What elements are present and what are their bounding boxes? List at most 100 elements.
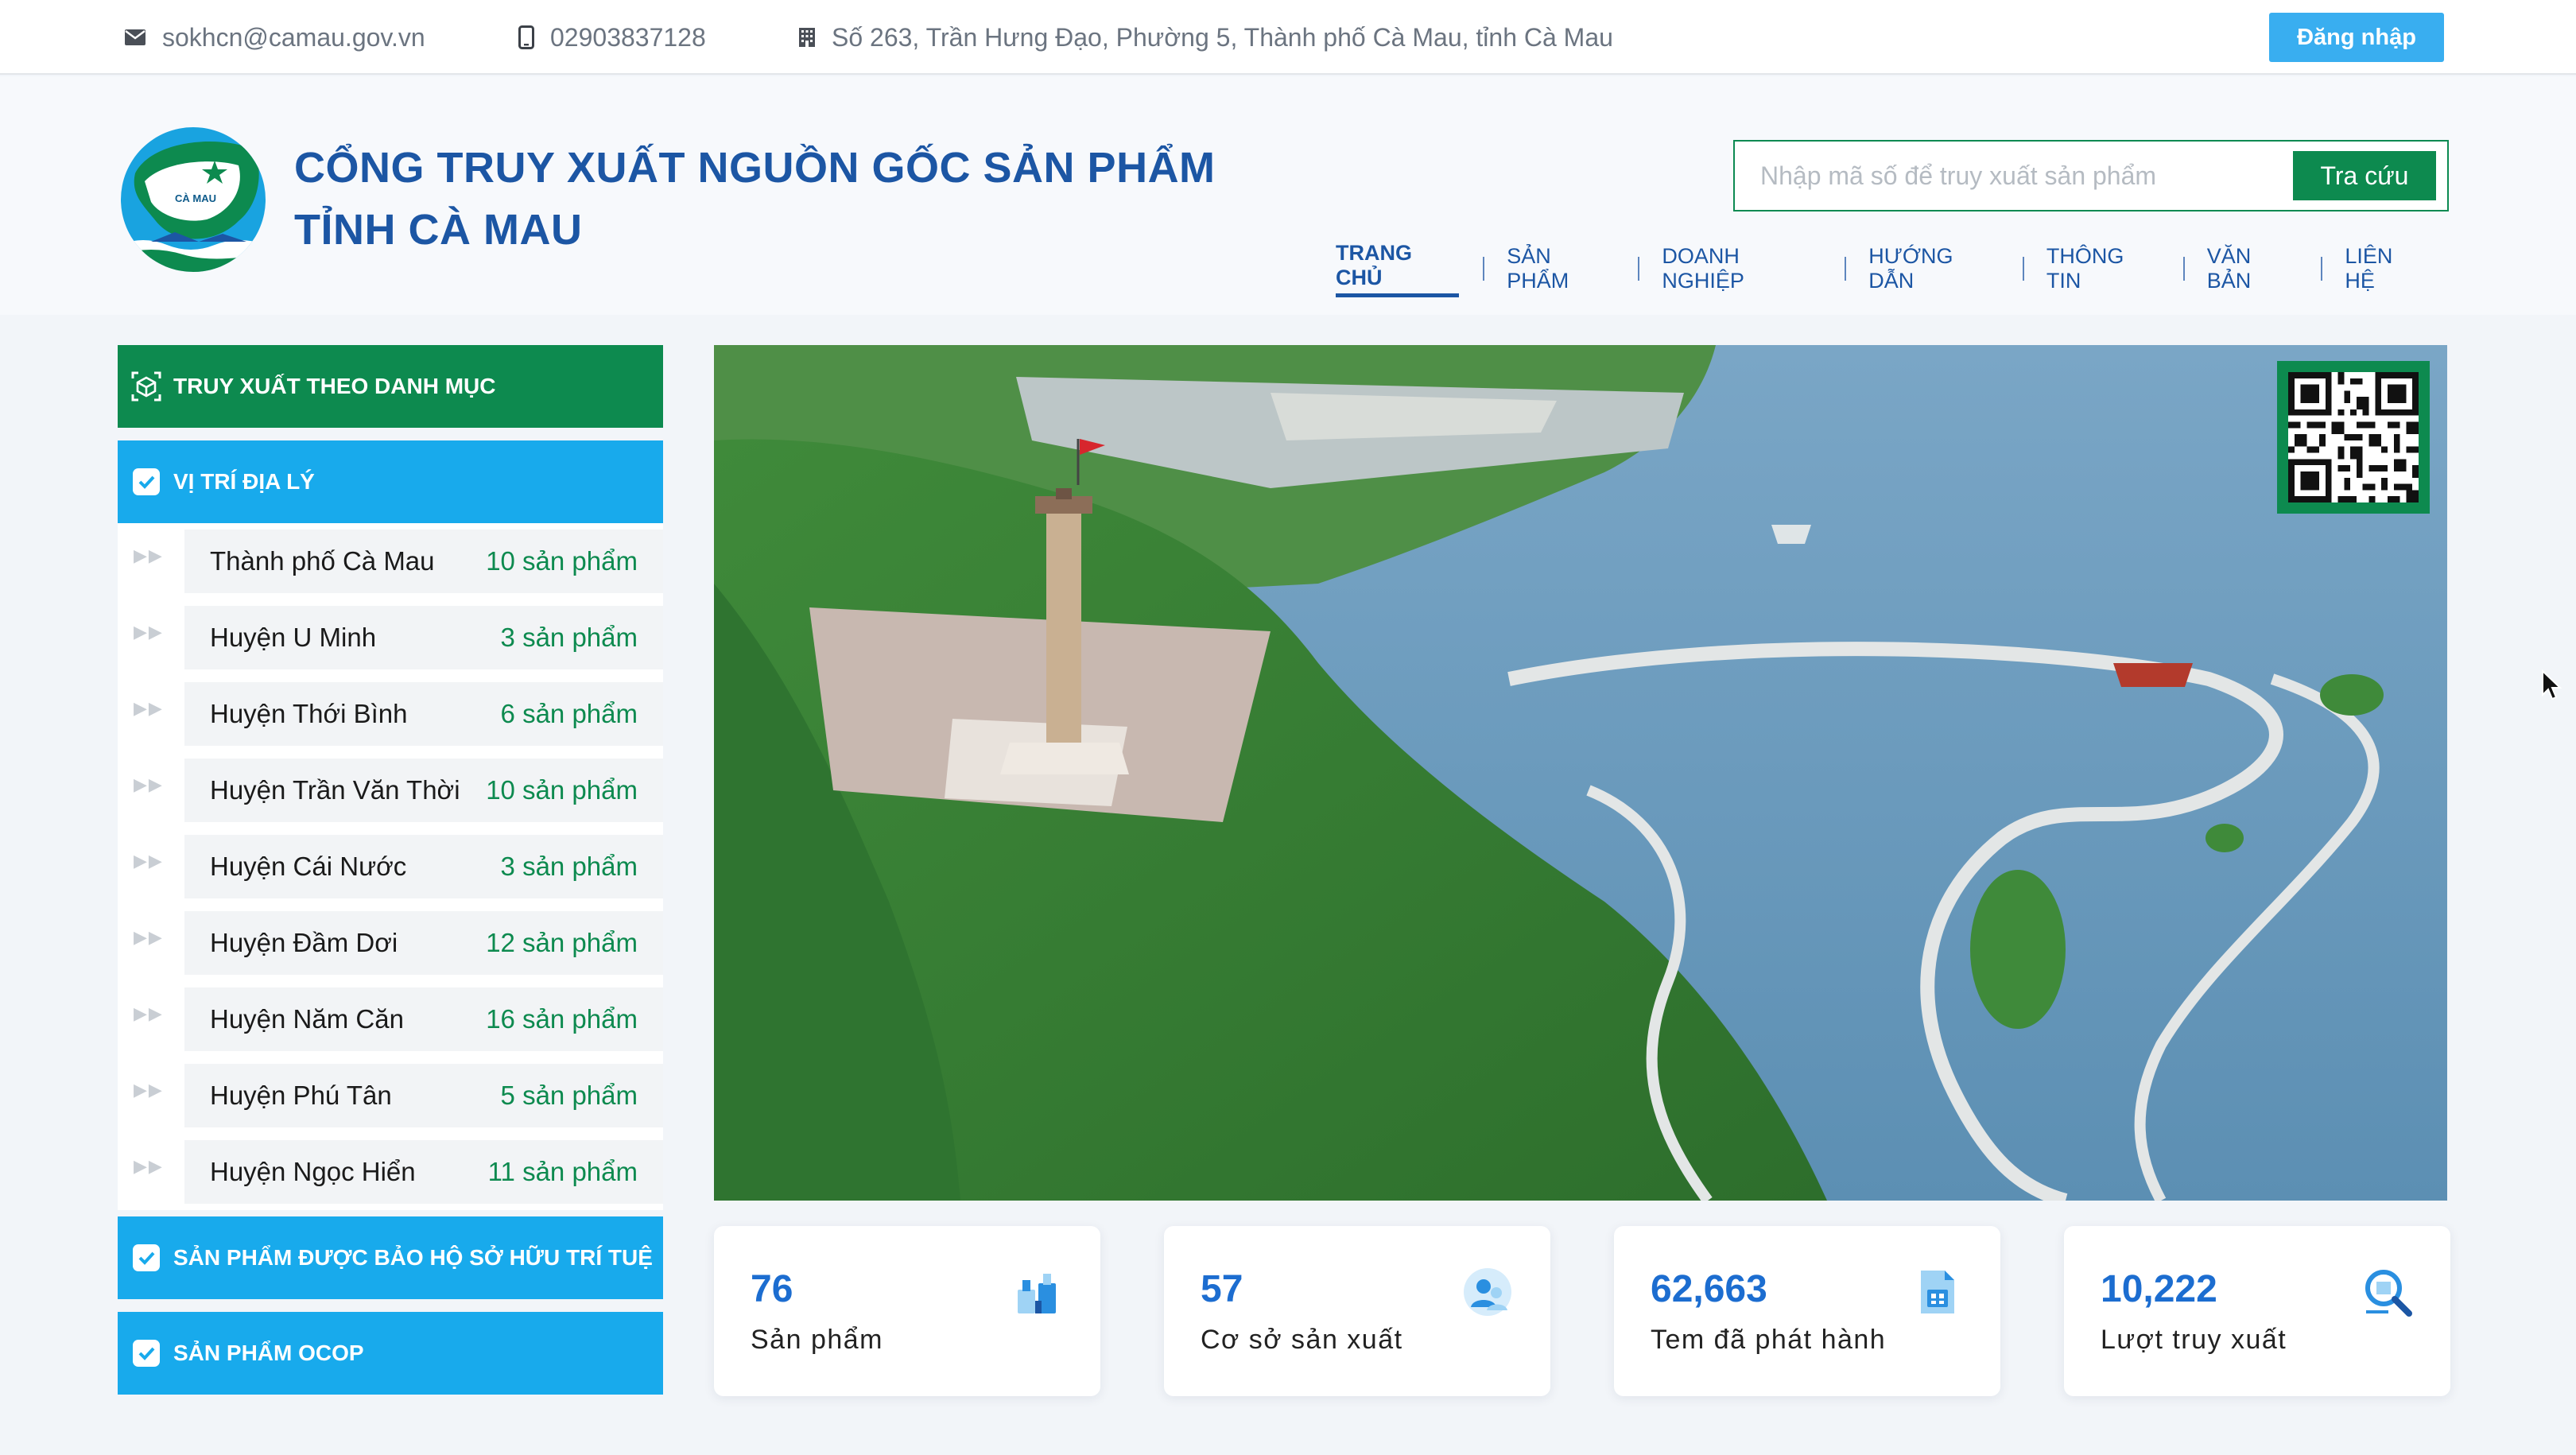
- nav-businesses-label: DOANH NGHIỆP: [1662, 244, 1744, 293]
- site-title: CỔNG TRUY XUẤT NGUỒN GỐC SẢN PHẨM TỈNH C…: [294, 137, 1248, 261]
- stat-value: 62,663: [1651, 1268, 1767, 1310]
- location-name: Thành phố Cà Mau: [210, 546, 435, 576]
- nav-documents-label: VĂN BẢN: [2206, 244, 2252, 293]
- mouse-cursor-icon: [2542, 669, 2562, 700]
- play-arrows-icon: ▶▶: [134, 774, 164, 794]
- location-item[interactable]: ▶▶ Huyện Cái Nước 3 sản phẩm: [118, 828, 663, 905]
- producers-icon: [1464, 1268, 1511, 1316]
- location-name: Huyện Trần Văn Thời: [210, 775, 460, 805]
- trace-search-icon: [2365, 1270, 2412, 1317]
- location-name: Huyện Năm Căn: [210, 1004, 404, 1034]
- ip-protected-label: SẢN PHẨM ĐƯỢC BẢO HỘ SỞ HỮU TRÍ TUỆ: [173, 1245, 653, 1270]
- login-button[interactable]: Đăng nhập: [2269, 13, 2444, 62]
- ocop-label: SẢN PHẨM OCOP: [173, 1341, 364, 1365]
- location-count: 10 sản phẩm: [486, 775, 638, 805]
- play-arrows-icon: ▶▶: [134, 851, 164, 871]
- location-cell: Thành phố Cà Mau 10 sản phẩm: [184, 530, 663, 593]
- check-box-icon: [133, 468, 160, 495]
- play-arrows-icon: ▶▶: [134, 698, 164, 718]
- location-count: 16 sản phẩm: [486, 1004, 638, 1034]
- location-item[interactable]: ▶▶ Huyện Trần Văn Thời 10 sản phẩm: [118, 752, 663, 828]
- location-name: Huyện U Minh: [210, 623, 377, 652]
- site-header: CÀ MAU CỔNG TRUY XUẤT NGUỒN GỐC SẢN PHẨM…: [0, 76, 2576, 315]
- location-list: ▶▶ Thành phố Cà Mau 10 sản phẩm ▶▶ Huyện U …: [118, 523, 663, 1210]
- top-bar: sokhcn@camau.gov.vn 02903837128 Số 263, …: [0, 0, 2576, 75]
- location-item[interactable]: ▶▶ Huyện Ngọc Hiển 11 sản phẩm: [118, 1134, 663, 1210]
- nav-products-label: SẢN PHẨM: [1507, 244, 1569, 293]
- nav-businesses[interactable]: DOANH NGHIỆP: [1638, 244, 1845, 293]
- location-cell: Huyện Thới Bình 6 sản phẩm: [184, 682, 663, 746]
- nav-guide[interactable]: HƯỚNG DẪN: [1845, 244, 2023, 293]
- qr-code-icon: [2288, 372, 2419, 502]
- products-icon: [1018, 1274, 1056, 1313]
- nav-contact[interactable]: LIÊN HỆ: [2321, 244, 2449, 293]
- location-item[interactable]: ▶▶ Huyện Đầm Dơi 12 sản phẩm: [118, 905, 663, 981]
- stat-card-products: 76 Sản phẩm: [714, 1226, 1100, 1396]
- category-trace-button[interactable]: TRUY XUẤT THEO DANH MỤC: [118, 345, 663, 428]
- location-cell: Huyện Đầm Dơi 12 sản phẩm: [184, 911, 663, 975]
- location-count: 3 sản phẩm: [500, 852, 638, 881]
- email-text: sokhcn@camau.gov.vn: [162, 22, 425, 52]
- contact-phone[interactable]: 02903837128: [518, 0, 706, 75]
- address-text: Số 263, Trần Hưng Đạo, Phường 5, Thành p…: [832, 22, 1613, 52]
- hero-banner: [714, 345, 2447, 1201]
- play-arrows-icon: ▶▶: [134, 1156, 164, 1176]
- play-arrows-icon: ▶▶: [134, 1003, 164, 1023]
- location-count: 5 sản phẩm: [500, 1081, 638, 1110]
- location-item[interactable]: ▶▶ Huyện Thới Bình 6 sản phẩm: [118, 676, 663, 752]
- stat-card-producers: 57 Cơ sở sản xuất: [1164, 1226, 1550, 1396]
- nav-products[interactable]: SẢN PHẨM: [1483, 244, 1638, 293]
- stamp-icon: [1921, 1271, 1954, 1313]
- location-header[interactable]: VỊ TRÍ ĐỊA LÝ: [118, 440, 663, 523]
- stat-label: Lượt truy xuất: [2101, 1325, 2287, 1355]
- location-name: Huyện Đầm Dơi: [210, 928, 398, 957]
- ip-protected-button[interactable]: SẢN PHẨM ĐƯỢC BẢO HỘ SỞ HỮU TRÍ TUỆ: [118, 1216, 663, 1299]
- mail-icon: [125, 29, 145, 45]
- stat-label: Cơ sở sản xuất: [1201, 1325, 1403, 1355]
- site-title-line2: TỈNH CÀ MAU: [294, 206, 583, 254]
- sidebar: TRUY XUẤT THEO DANH MỤC VỊ TRÍ ĐỊA LÝ ▶▶…: [118, 345, 663, 1395]
- nav-guide-label: HƯỚNG DẪN: [1868, 244, 1953, 293]
- nav-info-label: THÔNG TIN: [2046, 244, 2124, 293]
- location-name: Huyện Cái Nước: [210, 852, 407, 881]
- contact-email[interactable]: sokhcn@camau.gov.vn: [124, 0, 425, 75]
- stat-card-stamps: 62,663 Tem đã phát hành: [1614, 1226, 2000, 1396]
- play-arrows-icon: ▶▶: [134, 622, 164, 642]
- phone-text: 02903837128: [550, 22, 706, 52]
- play-arrows-icon: ▶▶: [134, 545, 164, 565]
- ocop-button[interactable]: SẢN PHẨM OCOP: [118, 1312, 663, 1395]
- location-name: Huyện Ngọc Hiển: [210, 1157, 416, 1186]
- qr-code[interactable]: [2277, 361, 2430, 514]
- building-icon: [799, 28, 815, 47]
- location-cell: Huyện Phú Tân 5 sản phẩm: [184, 1064, 663, 1127]
- play-arrows-icon: ▶▶: [134, 927, 164, 947]
- stat-value: 57: [1201, 1268, 1243, 1310]
- site-title-line1: CỔNG TRUY XUẤT NGUỒN GỐC SẢN PHẨM: [294, 144, 1216, 192]
- stat-value: 10,222: [2101, 1268, 2217, 1310]
- location-item[interactable]: ▶▶ Huyện U Minh 3 sản phẩm: [118, 599, 663, 676]
- play-arrows-icon: ▶▶: [134, 1080, 164, 1100]
- location-count: 3 sản phẩm: [500, 623, 638, 652]
- location-header-label: VỊ TRÍ ĐỊA LÝ: [173, 469, 315, 494]
- location-item[interactable]: ▶▶ Huyện Phú Tân 5 sản phẩm: [118, 1057, 663, 1134]
- hero-landscape-image: [714, 345, 2447, 1201]
- search-box: Tra cứu: [1733, 140, 2449, 211]
- nav-info[interactable]: THÔNG TIN: [2022, 244, 2183, 293]
- location-cell: Huyện Năm Căn 16 sản phẩm: [184, 987, 663, 1051]
- nav-documents[interactable]: VĂN BẢN: [2182, 244, 2322, 293]
- location-cell: Huyện U Minh 3 sản phẩm: [184, 606, 663, 669]
- nav-home[interactable]: TRANG CHỦ: [1312, 241, 1483, 297]
- check-box-icon: [133, 1244, 160, 1271]
- location-cell: Huyện Cái Nước 3 sản phẩm: [184, 835, 663, 898]
- stat-card-traces: 10,222 Lượt truy xuất: [2064, 1226, 2450, 1396]
- location-item[interactable]: ▶▶ Huyện Năm Căn 16 sản phẩm: [118, 981, 663, 1057]
- location-item[interactable]: ▶▶ Thành phố Cà Mau 10 sản phẩm: [118, 523, 663, 599]
- phone-icon: [518, 25, 534, 49]
- ca-mau-logo[interactable]: CÀ MAU: [119, 126, 267, 274]
- search-button[interactable]: Tra cứu: [2293, 151, 2436, 200]
- main-nav: TRANG CHỦ SẢN PHẨM DOANH NGHIỆP HƯỚNG DẪ…: [1312, 241, 2449, 297]
- search-input[interactable]: [1735, 142, 2291, 210]
- location-count: 10 sản phẩm: [486, 546, 638, 576]
- location-count: 11 sản phẩm: [487, 1157, 638, 1186]
- category-trace-label: TRUY XUẤT THEO DANH MỤC: [173, 374, 496, 398]
